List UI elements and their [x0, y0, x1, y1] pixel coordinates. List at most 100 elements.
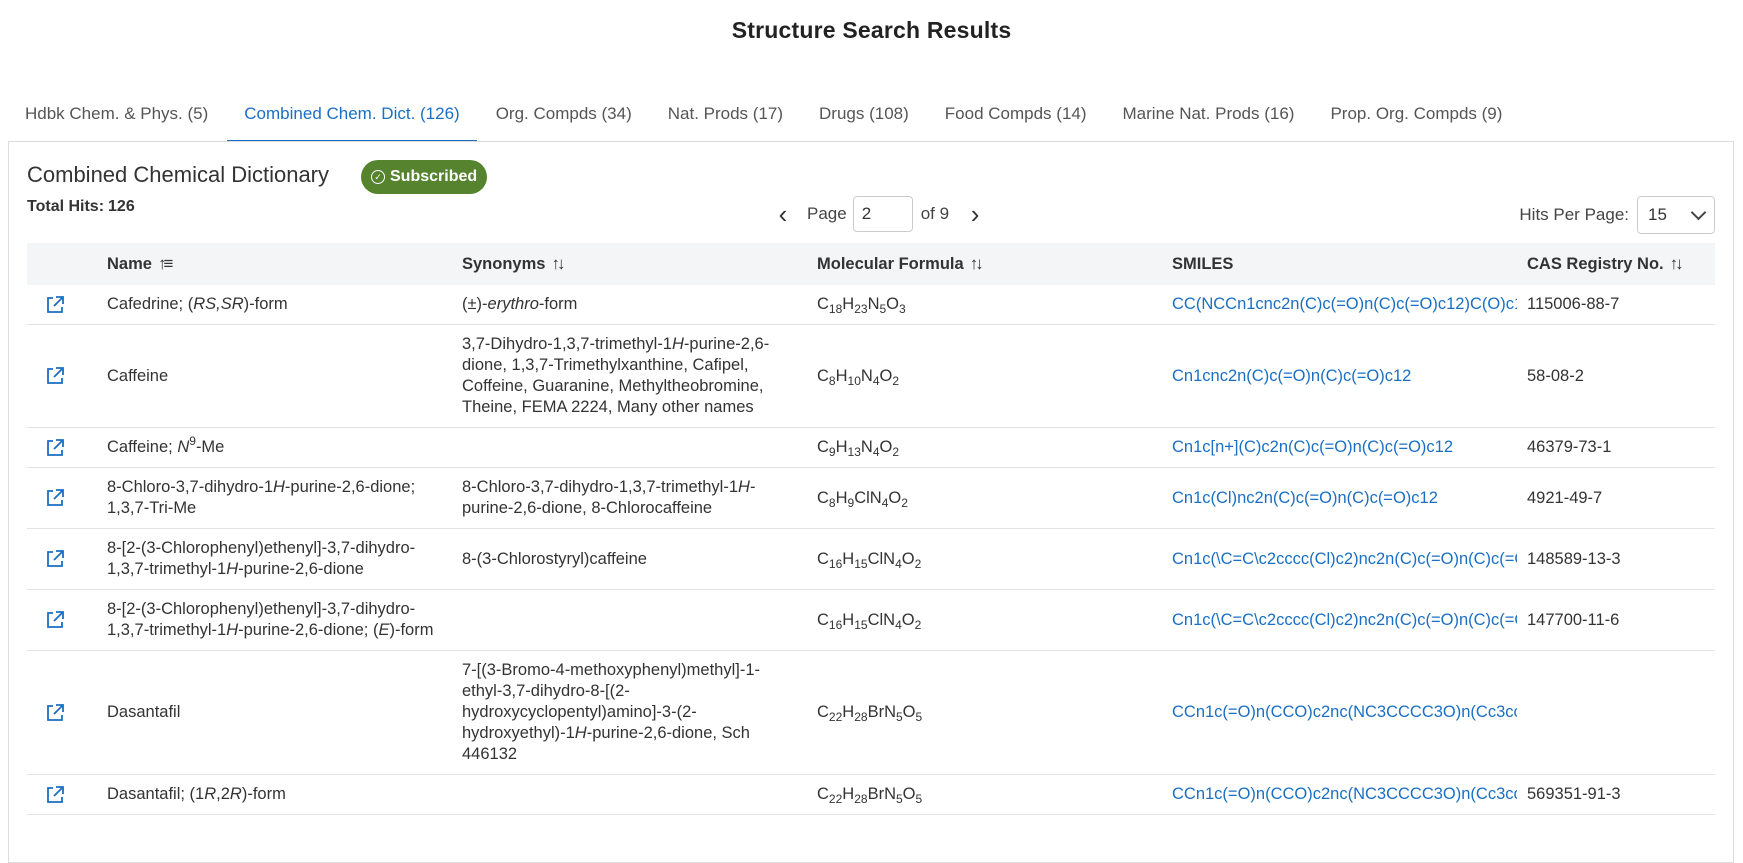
tab-marine-nat-prods[interactable]: Marine Nat. Prods (16)	[1106, 88, 1312, 142]
cell-formula-text: C16H15ClN4O2	[817, 549, 922, 571]
cell-synonyms: 8-Chloro-3,7-dihydro-1,3,7-trimethyl-1H-…	[462, 467, 817, 529]
cell-smiles-text[interactable]: CCn1c(=O)n(CCO)c2nc(NC3CCCC3O)n(Cc3ccc(O…	[1172, 702, 1517, 723]
cell-smiles[interactable]: CCn1c(=O)n(CCO)c2nc(NC3CCCC3O)n(Cc3ccc(O…	[1172, 774, 1527, 815]
cell-name-text: 8-[2-(3-Chlorophenyl)ethenyl]-3,7-dihydr…	[107, 539, 416, 578]
cell-smiles-text[interactable]: CC(NCCn1cnc2n(C)c(=O)n(C)c(=O)c12)C(O)c1…	[1172, 294, 1517, 315]
cell-formula-text: C22H28BrN5O5	[817, 785, 923, 806]
cell-smiles-text[interactable]: Cn1c(\C=C\c2cccc(Cl)c2)nc2n(C)c(=O)n(C)c…	[1172, 549, 1517, 570]
cell-cas: 148589-13-3	[1527, 528, 1715, 590]
external-link-icon[interactable]	[45, 785, 65, 805]
external-link-icon[interactable]	[45, 295, 65, 315]
chevron-left-icon[interactable]: ‹	[769, 199, 797, 229]
sort-icon[interactable]: ↑↓	[551, 254, 565, 273]
cell-smiles[interactable]: CC(NCCn1cnc2n(C)c(=O)n(C)c(=O)c12)C(O)c1…	[1172, 285, 1527, 325]
external-link-icon[interactable]	[45, 610, 65, 630]
page-count: of 9	[920, 204, 950, 223]
cell-name: 8-[2-(3-Chlorophenyl)ethenyl]-3,7-dihydr…	[107, 528, 462, 590]
cell-smiles[interactable]: CCn1c(=O)n(CCO)c2nc(NC3CCCC3O)n(Cc3ccc(O…	[1172, 650, 1527, 775]
pagination: ‹ Page of 9 ›	[769, 196, 989, 232]
cell-smiles-text[interactable]: Cn1c[n+](C)c2n(C)c(=O)n(C)c(=O)c12	[1172, 437, 1517, 458]
cell-cas: 115006-88-7	[1527, 285, 1715, 325]
tab-org-compds[interactable]: Org. Compds (34)	[479, 88, 649, 142]
header-formula[interactable]: Molecular Formula ↑↓	[817, 243, 1172, 285]
subscribed-badge: ✓ Subscribed	[361, 160, 488, 194]
header-cas[interactable]: CAS Registry No. ↑↓	[1527, 243, 1715, 285]
cell-link[interactable]	[27, 285, 107, 325]
cell-smiles-text[interactable]: CCn1c(=O)n(CCO)c2nc(NC3CCCC3O)n(Cc3ccc(O…	[1172, 784, 1517, 805]
cell-name-text: Dasantafil	[107, 703, 181, 721]
hits-per-page-value: 15	[1648, 205, 1667, 224]
cell-name: Caffeine	[107, 324, 462, 428]
page-title: Structure Search Results	[731, 17, 1012, 43]
external-link-icon[interactable]	[45, 366, 65, 386]
cell-synonyms: (±)-erythro-form	[462, 285, 817, 325]
database-tabs: Hdbk Chem. & Phys. (5) Combined Chem. Di…	[8, 88, 1521, 142]
cell-smiles[interactable]: Cn1c[n+](C)c2n(C)c(=O)n(C)c(=O)c12	[1172, 427, 1527, 468]
cell-smiles[interactable]: Cn1c(\C=C\c2cccc(Cl)c2)nc2n(C)c(=O)n(C)c…	[1172, 528, 1527, 590]
cell-cas-text: 46379-73-1	[1527, 438, 1612, 456]
cell-link[interactable]	[27, 427, 107, 468]
cell-synonyms	[462, 589, 817, 651]
header-smiles: SMILES	[1172, 243, 1527, 285]
header-synonyms-label: Synonyms	[462, 255, 546, 273]
tab-nat-prods[interactable]: Nat. Prods (17)	[651, 88, 800, 142]
cell-formula: C18H23N5O3	[817, 285, 1172, 325]
page-number-input[interactable]	[852, 196, 913, 232]
header-name[interactable]: Name ↑≡	[107, 243, 462, 285]
cell-link[interactable]	[27, 774, 107, 815]
cell-smiles[interactable]: Cn1c(Cl)nc2n(C)c(=O)n(C)c(=O)c12	[1172, 467, 1527, 529]
tab-prop-org-compds[interactable]: Prop. Org. Compds (9)	[1313, 88, 1519, 142]
cell-smiles[interactable]: Cn1c(\C=C\c2cccc(Cl)c2)nc2n(C)c(=O)n(C)c…	[1172, 589, 1527, 651]
tab-food-compds[interactable]: Food Compds (14)	[928, 88, 1104, 142]
tab-hdbk-chem-phys[interactable]: Hdbk Chem. & Phys. (5)	[8, 88, 225, 142]
cell-name: Dasantafil; (1R,2R)-form	[107, 774, 462, 815]
cell-smiles-text[interactable]: Cn1c(Cl)nc2n(C)c(=O)n(C)c(=O)c12	[1172, 488, 1517, 509]
tab-combined-chem-dict[interactable]: Combined Chem. Dict. (126)	[227, 88, 477, 142]
external-link-icon[interactable]	[45, 488, 65, 508]
cell-formula: C8H10N4O2	[817, 324, 1172, 428]
tab-drugs[interactable]: Drugs (108)	[802, 88, 926, 142]
cell-smiles[interactable]: Cn1cnc2n(C)c(=O)n(C)c(=O)c12	[1172, 324, 1527, 428]
cell-synonyms: 7-[(3-Bromo-4-methoxyphenyl)methyl]-1-et…	[462, 650, 817, 775]
header-icon-col	[27, 243, 107, 285]
hits-per-page: Hits Per Page: 15	[1519, 196, 1715, 234]
cell-formula: C22H28BrN5O5	[817, 650, 1172, 775]
sort-icon[interactable]: ↑↓	[970, 254, 984, 273]
page-label: Page	[807, 204, 847, 223]
hits-per-page-label: Hits Per Page:	[1519, 205, 1629, 224]
total-hits: Total Hits: 126	[27, 198, 135, 216]
cell-name: Caffeine; N9-Me	[107, 427, 462, 468]
cell-smiles-text[interactable]: Cn1c(\C=C\c2cccc(Cl)c2)nc2n(C)c(=O)n(C)c…	[1172, 610, 1517, 631]
cell-cas-text: 4921-49-7	[1527, 488, 1603, 507]
cell-formula: C9H13N4O2	[817, 427, 1172, 468]
total-hits-value: 126	[108, 198, 135, 215]
cell-cas-text: 147700-11-6	[1527, 610, 1620, 629]
cell-name-text: Cafedrine; (RS,SR)-form	[107, 295, 288, 313]
table-row: Caffeine 3,7-Dihydro-1,3,7-trimethyl-1H-p…	[27, 324, 1715, 428]
cell-link[interactable]	[27, 589, 107, 651]
external-link-icon[interactable]	[45, 438, 65, 458]
results-panel: Combined Chemical Dictionary ✓ Subscribe…	[8, 141, 1734, 863]
table-row: 8-[2-(3-Chlorophenyl)ethenyl]-3,7-dihydr…	[27, 589, 1715, 651]
sort-icon[interactable]: ↑↓	[1670, 254, 1684, 273]
cell-link[interactable]	[27, 467, 107, 529]
cell-link[interactable]	[27, 528, 107, 590]
cell-synonyms-text: 7-[(3-Bromo-4-methoxyphenyl)methyl]-1-et…	[462, 661, 761, 763]
cell-cas-text: 148589-13-3	[1527, 549, 1621, 568]
table-header-row: Name ↑≡ Synonyms ↑↓ Molecular Formula ↑↓ SM…	[27, 243, 1715, 285]
total-hits-label: Total Hits:	[27, 198, 105, 215]
sort-asc-icon[interactable]: ↑≡	[158, 254, 174, 273]
header-synonyms[interactable]: Synonyms ↑↓	[462, 243, 817, 285]
table-row: 8-Chloro-3,7-dihydro-1H-purine-2,6-dione…	[27, 467, 1715, 529]
cell-link[interactable]	[27, 650, 107, 775]
hits-per-page-select[interactable]: 15	[1637, 196, 1715, 234]
database-title: Combined Chemical Dictionary	[27, 162, 330, 187]
external-link-icon[interactable]	[45, 549, 65, 569]
chevron-right-icon[interactable]: ›	[961, 199, 989, 229]
cell-link[interactable]	[27, 324, 107, 428]
table-row: Dasantafil; (1R,2R)-form C22H28BrN5O5 CCn1…	[27, 774, 1715, 815]
external-link-icon[interactable]	[45, 703, 65, 723]
cell-smiles-text[interactable]: Cn1cnc2n(C)c(=O)n(C)c(=O)c12	[1172, 366, 1517, 387]
chevron-down-icon	[1690, 204, 1707, 221]
cell-name: 8-[2-(3-Chlorophenyl)ethenyl]-3,7-dihydr…	[107, 589, 462, 651]
